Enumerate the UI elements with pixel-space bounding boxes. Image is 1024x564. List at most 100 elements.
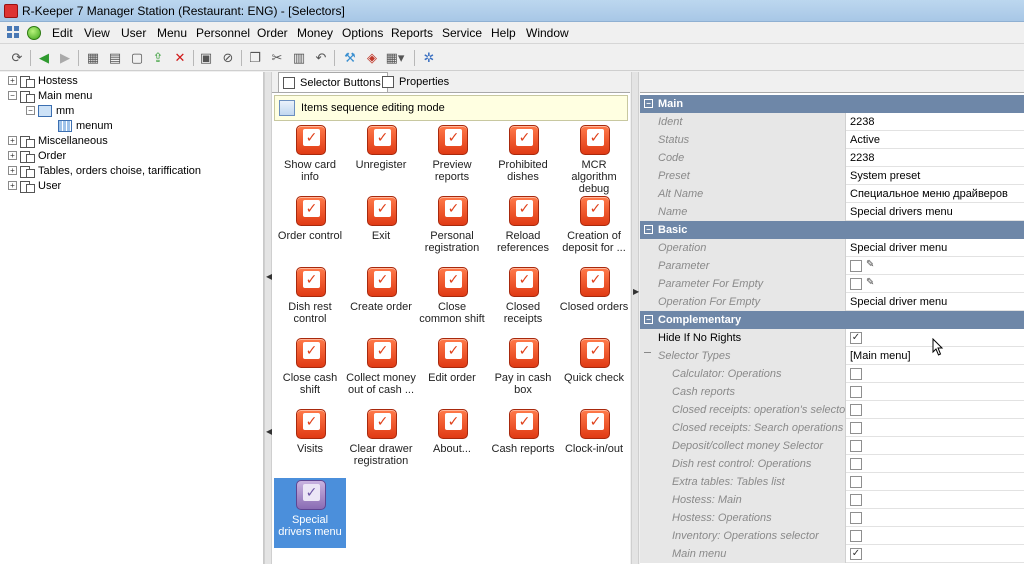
left-splitter[interactable]: ◀ ◀ [264,72,272,564]
menu-menu[interactable]: Menu [157,26,187,40]
menu-help[interactable]: Help [491,26,516,40]
selector-button[interactable]: Visits [274,407,346,477]
property-row[interactable]: Preset System preset [640,167,1024,185]
property-row[interactable]: Main menu ✓ [640,545,1024,563]
property-value[interactable]: System preset [848,167,1024,185]
selector-button[interactable]: Creation of deposit for ... [558,194,630,264]
tree-item-user[interactable]: + User [8,178,61,193]
layout-icon[interactable]: ◈ [363,49,381,67]
tree-item-main-menu[interactable]: − Main menu [8,88,92,103]
export-icon[interactable]: ⇪ [149,49,167,67]
menu-window[interactable]: Window [526,26,569,40]
category-main[interactable]: − Main [640,95,1024,113]
property-row[interactable]: Parameter ✎ [640,257,1024,275]
selector-button[interactable]: Special drivers menu [274,478,346,548]
selector-button[interactable]: Show card info [274,123,346,193]
property-value[interactable]: Special driver menu [848,293,1024,311]
selector-button[interactable]: MCR algorithm debug [558,123,630,195]
property-checkbox[interactable] [850,512,862,524]
collapse-icon[interactable]: − [26,106,35,115]
property-row[interactable]: Cash reports [640,383,1024,401]
menu-user[interactable]: User [121,26,146,40]
menu-reports[interactable]: Reports [391,26,433,40]
property-value[interactable]: Active [848,131,1024,149]
property-row[interactable]: Selector Types [Main menu] [640,347,1024,365]
selector-button[interactable]: Clock-in/out [558,407,630,477]
tab-selector-buttons[interactable]: Selector Buttons [278,72,388,92]
selector-button[interactable]: Pay in cash box [487,336,559,406]
property-checkbox[interactable] [850,530,862,542]
collapse-category-icon[interactable]: − [644,99,653,108]
collapse-icon[interactable]: − [8,91,17,100]
menu-order[interactable]: Order [257,26,288,40]
expand-icon[interactable]: + [8,181,17,190]
collapse-right-icon[interactable]: ▶ [633,287,639,296]
collapse-category-icon[interactable]: − [644,315,653,324]
selector-button[interactable]: Cash reports [487,407,559,477]
edit-pencil-icon[interactable]: ✎ [866,277,874,288]
property-checkbox[interactable] [850,260,862,272]
edit-pencil-icon[interactable]: ✎ [866,259,874,270]
property-checkbox[interactable] [850,404,862,416]
property-value[interactable]: Special driver menu [848,239,1024,257]
selector-button[interactable]: Exit [345,194,417,264]
paste-icon[interactable]: ▥ [290,49,308,67]
selector-button[interactable]: Close common shift [416,265,488,335]
selector-button[interactable]: Preview reports [416,123,488,193]
property-row[interactable]: Name Special drivers menu [640,203,1024,221]
menu-service[interactable]: Service [442,26,482,40]
property-row[interactable]: Extra tables: Tables list [640,473,1024,491]
expand-icon[interactable]: + [8,166,17,175]
new-icon[interactable]: ▢ [128,49,146,67]
property-row[interactable]: Hostess: Operations [640,509,1024,527]
cancel-icon[interactable]: ⊘ [219,49,237,67]
property-value[interactable]: Special drivers menu [848,203,1024,221]
cut-icon[interactable]: ✂ [268,49,286,67]
menu-view[interactable]: View [84,26,110,40]
property-value[interactable]: 2238 [848,113,1024,131]
property-row[interactable]: Inventory: Operations selector [640,527,1024,545]
right-splitter[interactable]: ▶ [631,72,639,564]
selector-button[interactable]: Clear drawer registration [345,407,417,477]
property-checkbox[interactable] [850,386,862,398]
refresh-icon[interactable]: ⟳ [8,49,26,67]
property-row[interactable]: Status Active [640,131,1024,149]
collapse-sub-icon[interactable] [644,352,651,359]
selector-button[interactable]: Prohibited dishes [487,123,559,193]
expand-icon[interactable]: + [8,76,17,85]
category-basic[interactable]: − Basic [640,221,1024,239]
grid-icon[interactable]: ▦ [84,49,102,67]
selector-button[interactable]: Quick check [558,336,630,406]
property-value[interactable]: 2238 [848,149,1024,167]
undo-icon[interactable]: ↶ [312,49,330,67]
property-row[interactable]: Alt Name Специальное меню драйверов [640,185,1024,203]
back-icon[interactable]: ◀ [35,49,53,67]
tree-item-miscellaneous[interactable]: + Miscellaneous [8,133,108,148]
tree-item-menum[interactable]: menum [58,118,113,133]
tree-item-mm[interactable]: − mm [26,103,74,118]
property-row[interactable]: Operation Special driver menu [640,239,1024,257]
document-icon[interactable]: ▤ [106,49,124,67]
property-checkbox[interactable]: ✓ [850,548,862,560]
selector-button[interactable]: About... [416,407,488,477]
selector-button[interactable]: Dish rest control [274,265,346,335]
property-checkbox[interactable] [850,278,862,290]
property-checkbox[interactable] [850,476,862,488]
selector-button[interactable]: Order control [274,194,346,264]
property-checkbox[interactable] [850,368,862,380]
property-checkbox[interactable] [850,440,862,452]
layout-dropdown-icon[interactable]: ▦▾ [386,49,405,67]
property-value[interactable]: Специальное меню драйверов [848,185,1024,203]
settings-icon[interactable]: ✲ [420,49,438,67]
selector-button[interactable]: Close cash shift [274,336,346,406]
property-row[interactable]: Ident 2238 [640,113,1024,131]
property-row[interactable]: Code 2238 [640,149,1024,167]
menu-edit[interactable]: Edit [52,26,73,40]
delete-icon[interactable]: ✕ [171,49,189,67]
menu-options[interactable]: Options [342,26,383,40]
status-icon[interactable] [27,26,41,40]
expand-icon[interactable]: + [8,151,17,160]
property-row[interactable]: Hide If No Rights ✓ [640,329,1024,347]
menu-personnel[interactable]: Personnel [196,26,250,40]
selector-button[interactable]: Closed receipts [487,265,559,335]
